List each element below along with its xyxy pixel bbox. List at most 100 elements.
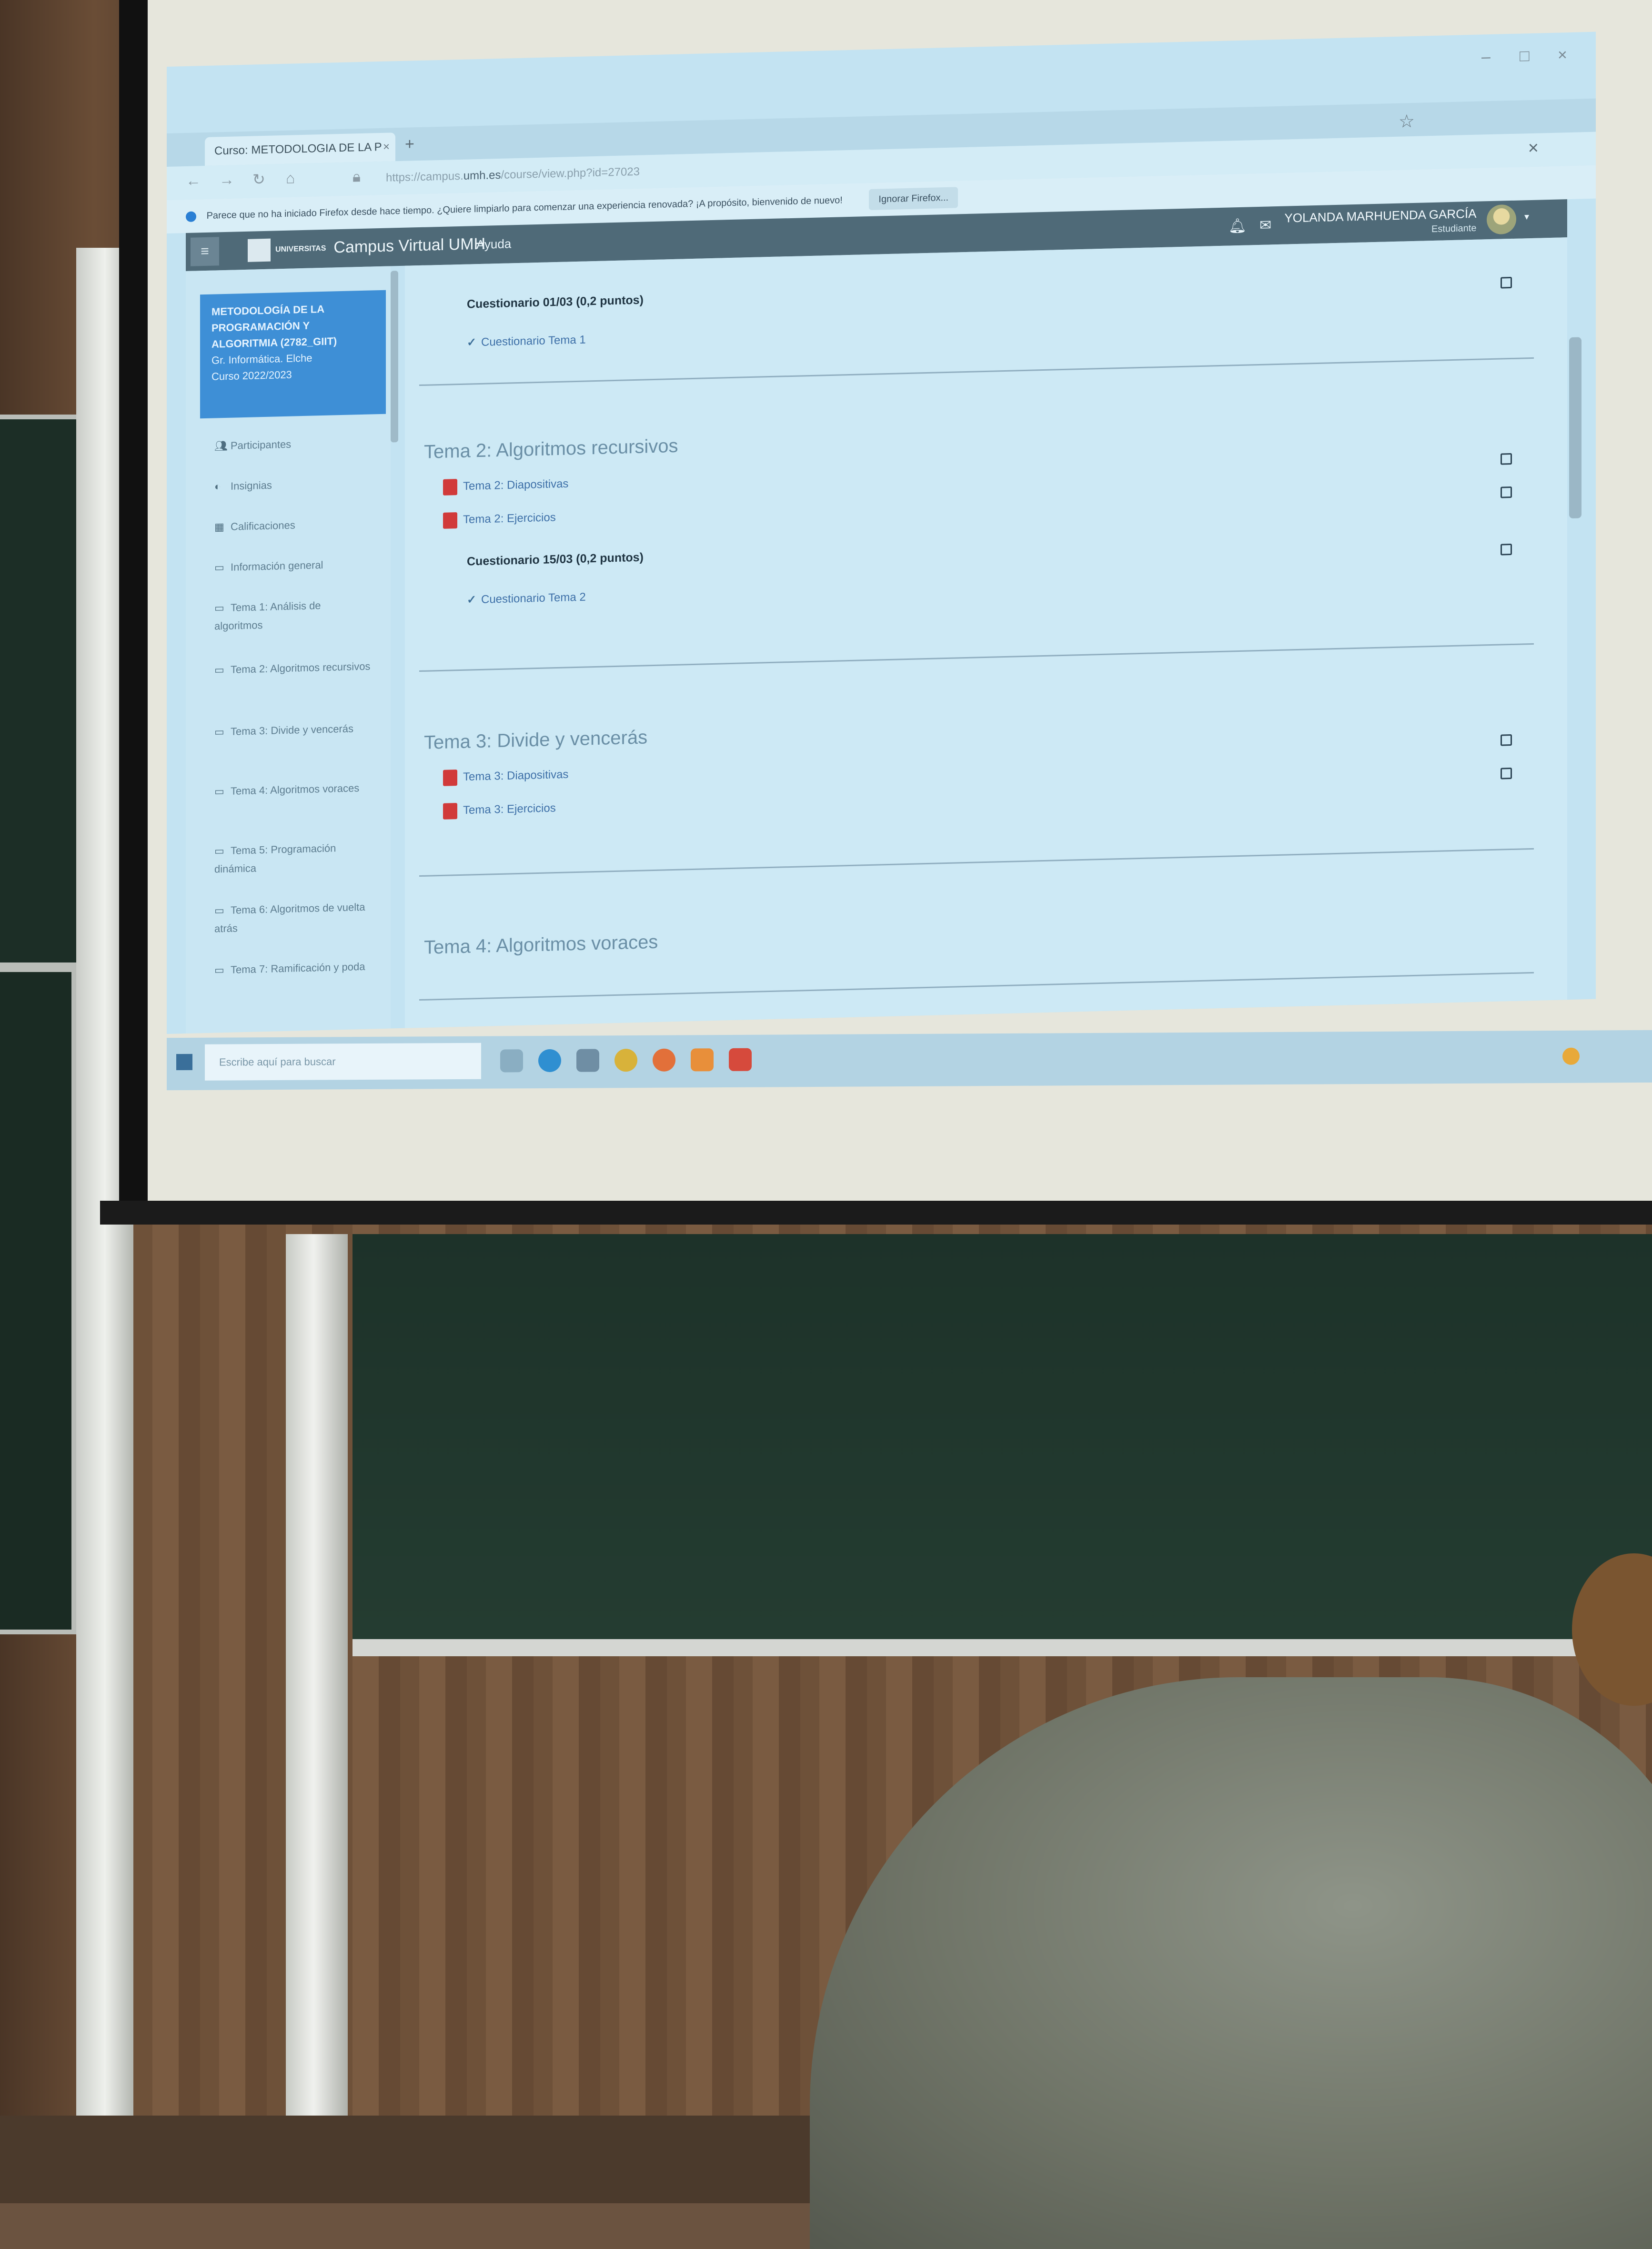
course-sidebar: METODOLOGÍA DE LA PROGRAMACIÓN Y ALGORIT… <box>186 266 391 1034</box>
sidebar-item-informacion-general[interactable]: ▭ Información general <box>214 555 372 577</box>
menu-toggle-icon[interactable]: ≡ <box>191 237 219 266</box>
course-title: METODOLOGÍA DE LA PROGRAMACIÓN Y ALGORIT… <box>212 303 337 350</box>
sidebar-item-tema-5[interactable]: ▭ Tema 5: Programación dinámica <box>214 838 372 878</box>
folder-icon: ▭ <box>214 904 224 917</box>
section-divider <box>419 972 1534 1001</box>
completion-checkbox[interactable] <box>1501 453 1512 465</box>
pdf-icon <box>443 770 457 786</box>
sidebar-scrollbar[interactable] <box>391 271 398 443</box>
close-window-button[interactable]: × <box>1558 46 1567 64</box>
completion-checkbox[interactable] <box>1501 276 1512 289</box>
windows-start-icon[interactable] <box>176 1054 192 1071</box>
course-content: Cuestionario 01/03 (0,2 puntos) ✓ Cuestio… <box>405 237 1567 1028</box>
section-2-title[interactable]: Tema 2: Algoritmos recursivos <box>424 436 678 463</box>
section-divider <box>419 357 1534 386</box>
tema-3-diapositivas-link[interactable]: Tema 3: Diapositivas <box>443 767 568 786</box>
tema-2-ejercicios-link[interactable]: Tema 2: Ejercicios <box>443 510 556 529</box>
resource-label: Tema 2: Diapositivas <box>463 477 569 493</box>
acrobat-icon[interactable] <box>729 1048 752 1071</box>
grades-icon: ▦ <box>214 521 224 533</box>
new-tab-button[interactable]: + <box>405 135 414 153</box>
users-icon: 👥︎ <box>214 439 228 452</box>
sidebar-item-tema-1[interactable]: ▭ Tema 1: Análisis de algoritmos <box>214 595 372 635</box>
quiz-icon: ✓ <box>467 593 477 607</box>
logo-mark-icon <box>248 238 271 262</box>
avatar[interactable] <box>1486 204 1516 235</box>
weather-icon[interactable] <box>1562 1047 1580 1065</box>
section-3-title[interactable]: Tema 3: Divide y vencerás <box>424 727 647 753</box>
completion-checkbox[interactable] <box>1501 486 1512 498</box>
quiz-1-link-label: Cuestionario Tema 1 <box>481 333 586 349</box>
bell-icon[interactable]: 🔔︎ <box>1229 218 1247 235</box>
projected-desktop: – □ × Curso: METODOLOGIA DE LA P × + ☆ ←… <box>167 31 1596 1034</box>
tema-3-ejercicios-link[interactable]: Tema 3: Ejercicios <box>443 800 556 820</box>
tab-close-icon[interactable]: × <box>383 133 390 162</box>
logo-text: Campus Virtual UMH <box>333 234 486 257</box>
url-domain: umh.es <box>463 168 501 182</box>
sidebar-item-label: Participantes <box>231 438 292 452</box>
completion-checkbox[interactable] <box>1501 734 1512 746</box>
sidebar-item-label: Insignias <box>231 479 272 492</box>
messages-icon[interactable]: ✉︎ <box>1259 217 1271 234</box>
completion-checkbox[interactable] <box>1501 767 1512 780</box>
home-icon[interactable]: ⌂ <box>286 169 295 187</box>
sidebar-item-participantes[interactable]: 👥︎ Participantes <box>214 433 372 455</box>
site-logo[interactable]: UNIVERSITAS Campus Virtual UMH <box>248 233 485 262</box>
chevron-down-icon[interactable]: ▾ <box>1524 211 1529 223</box>
folder-icon: ▭ <box>214 561 224 574</box>
pdf-icon <box>443 512 457 529</box>
sidebar-item-label: Tema 3: Divide y vencerás <box>231 722 353 738</box>
quiz-2-title: Cuestionario 15/03 (0,2 puntos) <box>467 550 644 568</box>
user-menu[interactable]: YOLANDA MARHUENDA GARCÍA Estudiante <box>1284 203 1476 239</box>
badge-icon: ◐ <box>214 480 221 493</box>
quiz-2-link[interactable]: ✓ Cuestionario Tema 2 <box>467 590 586 607</box>
firefox-icon[interactable] <box>653 1048 675 1072</box>
close-panel-icon[interactable]: × <box>1528 138 1539 159</box>
vlc-icon[interactable] <box>691 1048 714 1072</box>
maximize-button[interactable]: □ <box>1520 47 1530 66</box>
folder-icon: ▭ <box>214 964 224 976</box>
completion-checkbox[interactable] <box>1501 543 1512 556</box>
tab-title: Curso: METODOLOGIA DE LA P <box>214 140 382 158</box>
quiz-1-title: Cuestionario 01/03 (0,2 puntos) <box>467 293 644 311</box>
taskbar-search[interactable]: Escribe aquí para buscar <box>205 1043 481 1081</box>
task-view-icon[interactable] <box>500 1049 523 1073</box>
tema-2-diapositivas-link[interactable]: Tema 2: Diapositivas <box>443 476 569 496</box>
url-prefix: https://campus. <box>386 169 463 184</box>
ignore-firefox-button[interactable]: Ignorar Firefox... <box>869 187 958 210</box>
notice-text: Parece que no ha iniciado Firefox desde … <box>206 195 843 221</box>
sidebar-item-tema-7[interactable]: ▭ Tema 7: Ramificación y poda <box>214 957 372 979</box>
help-link[interactable]: Ayuda <box>476 236 511 252</box>
sidebar-item-calificaciones[interactable]: ▦ Calificaciones <box>214 514 372 536</box>
forward-icon[interactable]: → <box>219 171 234 189</box>
quiz-1-link[interactable]: ✓ Cuestionario Tema 1 <box>467 333 586 350</box>
pdf-icon <box>443 479 457 496</box>
sidebar-item-tema-3[interactable]: ▭ Tema 3: Divide y vencerás <box>214 719 372 741</box>
resource-label: Tema 3: Diapositivas <box>463 768 569 784</box>
tab-course[interactable]: Curso: METODOLOGIA DE LA P × <box>205 132 395 166</box>
sidebar-item-tema-6[interactable]: ▭ Tema 6: Algoritmos de vuelta atrás <box>214 898 372 938</box>
url-path: /course/view.php?id=27023 <box>501 165 640 182</box>
minimize-button[interactable]: – <box>1481 48 1491 66</box>
folder-icon: ▭ <box>214 602 224 614</box>
sidebar-item-tema-2[interactable]: ▭ Tema 2: Algoritmos recursivos <box>214 657 372 679</box>
chrome-icon[interactable] <box>614 1048 637 1072</box>
sidebar-item-label: Calificaciones <box>231 519 295 533</box>
reload-icon[interactable]: ↻ <box>252 170 265 189</box>
course-home-link[interactable]: METODOLOGÍA DE LA PROGRAMACIÓN Y ALGORIT… <box>200 290 386 419</box>
chalkboard-left-lower <box>0 967 76 1634</box>
sidebar-item-label: Tema 5: Programación dinámica <box>214 842 336 875</box>
sidebar-item-tema-4[interactable]: ▭ Tema 4: Algoritmos voraces <box>214 779 372 800</box>
logo-small-text: UNIVERSITAS <box>275 244 326 254</box>
edge-icon[interactable] <box>538 1049 561 1073</box>
section-4-title[interactable]: Tema 4: Algoritmos voraces <box>424 932 658 959</box>
windows-taskbar: Escribe aquí para buscar <box>167 1030 1652 1091</box>
sidebar-item-label: Tema 7: Ramificación y poda <box>231 960 365 976</box>
back-icon[interactable]: ← <box>186 172 201 190</box>
sidebar-item-label: Tema 6: Algoritmos de vuelta atrás <box>214 901 365 935</box>
content-scrollbar[interactable] <box>1569 337 1581 519</box>
file-explorer-icon[interactable] <box>576 1049 599 1072</box>
pdf-icon <box>443 803 457 820</box>
bookmark-star-icon[interactable]: ☆ <box>1399 111 1415 132</box>
sidebar-item-insignias[interactable]: ◐ Insignias <box>214 474 372 496</box>
